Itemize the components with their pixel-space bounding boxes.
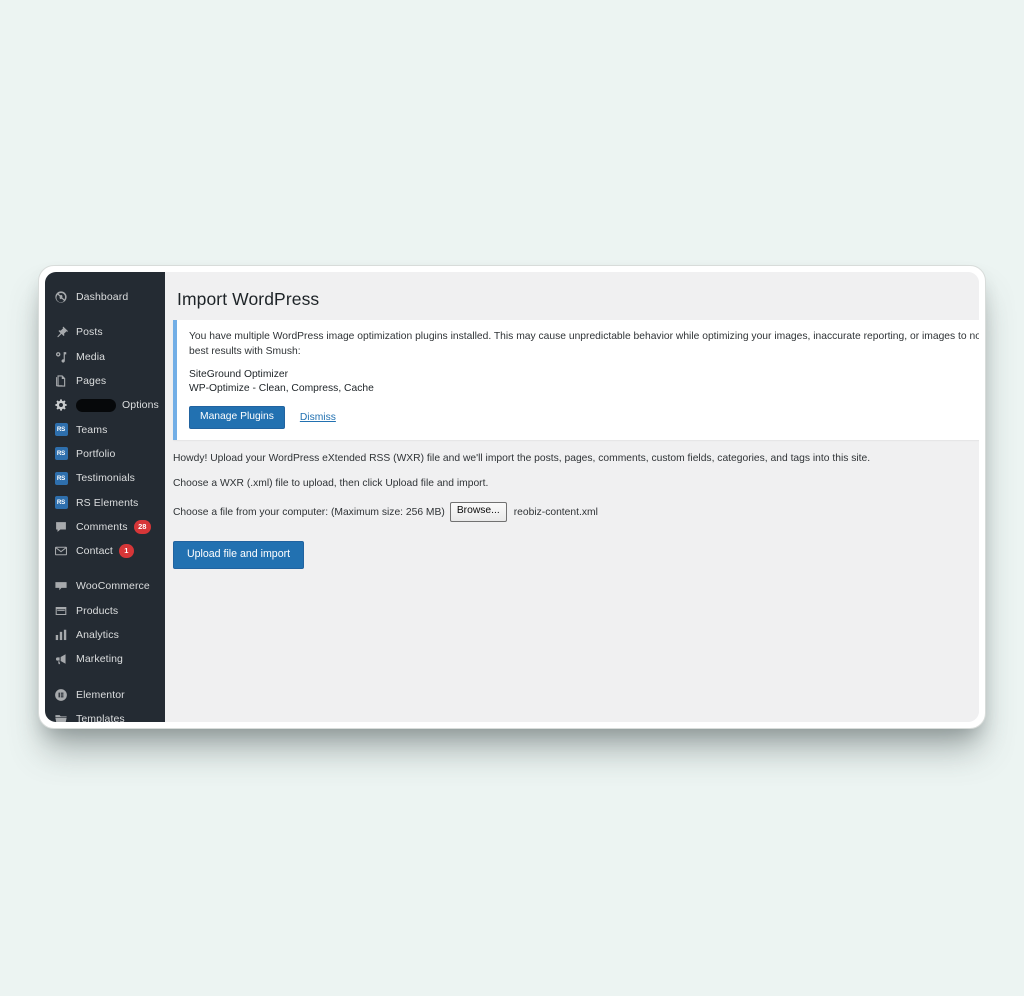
sidebar-divider	[45, 563, 165, 574]
rs-icon: RS	[53, 470, 69, 486]
window-viewport: Dashboard Posts Media Pages Options RS T…	[45, 272, 979, 722]
sidebar-divider	[45, 309, 165, 320]
sidebar-item-label: Templates	[76, 712, 125, 722]
sidebar-item-label: Products	[76, 604, 119, 617]
megaphone-icon	[53, 651, 69, 667]
analytics-icon	[53, 627, 69, 643]
admin-sidebar: Dashboard Posts Media Pages Options RS T…	[45, 272, 165, 722]
sidebar-item-label: WooCommerce	[76, 580, 150, 593]
pages-icon	[53, 373, 69, 389]
sidebar-item-marketing[interactable]: Marketing	[45, 647, 165, 671]
sidebar-item-label: Testimonials	[76, 472, 135, 485]
notice-plugin-item: SiteGround Optimizer	[189, 369, 289, 380]
sidebar-item-options[interactable]: Options	[45, 393, 165, 417]
sidebar-item-pages[interactable]: Pages	[45, 369, 165, 393]
sidebar-divider	[45, 671, 165, 682]
selected-file-name: reobiz-content.xml	[513, 506, 598, 518]
products-icon	[53, 603, 69, 619]
sidebar-item-dashboard[interactable]: Dashboard	[45, 285, 165, 309]
sidebar-item-comments[interactable]: Comments 28	[45, 515, 165, 539]
sidebar-item-elementor[interactable]: Elementor	[45, 682, 165, 706]
sidebar-item-contact[interactable]: Contact 1	[45, 539, 165, 563]
rs-badge-label: RS	[54, 423, 68, 437]
media-icon	[53, 349, 69, 365]
notice-message: You have multiple WordPress image optimi…	[189, 331, 979, 357]
sidebar-item-portfolio[interactable]: RS Portfolio	[45, 442, 165, 466]
import-instructions: Choose a WXR (.xml) file to upload, then…	[173, 478, 489, 490]
sidebar-item-label: Options	[122, 399, 159, 412]
rs-icon: RS	[53, 495, 69, 511]
sidebar-item-label: Posts	[76, 326, 103, 339]
file-upload-label: Choose a file from your computer: (Maxim…	[173, 506, 445, 518]
notice-plugin-list: SiteGround Optimizer WP-Optimize - Clean…	[189, 368, 979, 396]
dismiss-link[interactable]: Dismiss	[300, 412, 336, 423]
contact-count-badge: 1	[118, 544, 134, 559]
notice-actions: Manage Plugins Dismiss	[189, 406, 979, 430]
import-form: Howdy! Upload your WordPress eXtended RS…	[165, 440, 979, 569]
envelope-icon	[53, 543, 69, 559]
sidebar-item-label: Elementor	[76, 688, 125, 701]
folder-icon	[53, 711, 69, 722]
sidebar-item-label: Contact	[76, 545, 113, 558]
woocommerce-icon	[53, 578, 69, 594]
browser-window: Dashboard Posts Media Pages Options RS T…	[38, 265, 986, 729]
manage-plugins-button[interactable]: Manage Plugins	[189, 406, 285, 430]
comment-icon	[53, 519, 69, 535]
notice-plugin-item: WP-Optimize - Clean, Compress, Cache	[189, 383, 374, 394]
sidebar-item-label: Media	[76, 350, 106, 363]
admin-main-content: Import WordPress You have multiple WordP…	[165, 272, 979, 722]
sidebar-item-templates[interactable]: Templates	[45, 707, 165, 722]
sidebar-item-media[interactable]: Media	[45, 345, 165, 369]
upload-file-and-import-button[interactable]: Upload file and import	[173, 541, 305, 569]
rs-badge-label: RS	[54, 496, 68, 510]
pin-icon	[53, 324, 69, 340]
sidebar-item-woocommerce[interactable]: WooCommerce	[45, 574, 165, 598]
sidebar-item-label: Analytics	[76, 629, 119, 641]
rs-icon: RS	[53, 446, 69, 462]
sidebar-item-label: Marketing	[76, 653, 124, 666]
page-title: Import WordPress	[177, 289, 320, 309]
comments-count-badge: 28	[133, 519, 151, 534]
rs-badge-label: RS	[54, 447, 68, 461]
sidebar-item-label: Comments	[76, 520, 128, 533]
plugin-conflict-notice: You have multiple WordPress image optimi…	[173, 320, 979, 441]
sidebar-item-rs-elements[interactable]: RS RS Elements	[45, 490, 165, 514]
sidebar-item-label: RS Elements	[76, 496, 139, 509]
rs-badge-label: RS	[54, 471, 68, 485]
sidebar-item-label: Portfolio	[76, 447, 116, 460]
gear-icon	[53, 397, 69, 413]
sidebar-item-label: Teams	[76, 423, 108, 436]
file-upload-row: Choose a file from your computer: (Maxim…	[173, 502, 979, 523]
rs-icon: RS	[53, 422, 69, 438]
sidebar-item-label: Pages	[76, 375, 107, 388]
dashboard-icon	[53, 289, 69, 305]
sidebar-item-testimonials[interactable]: RS Testimonials	[45, 466, 165, 490]
sidebar-item-label: Dashboard	[76, 291, 129, 304]
sidebar-item-analytics[interactable]: Analytics	[45, 623, 165, 647]
elementor-icon	[53, 687, 69, 703]
howdy-text: Howdy! Upload your WordPress eXtended RS…	[173, 453, 871, 465]
redacted-label-bar	[76, 398, 116, 412]
sidebar-item-teams[interactable]: RS Teams	[45, 417, 165, 441]
sidebar-item-posts[interactable]: Posts	[45, 320, 165, 344]
sidebar-item-products[interactable]: Products	[45, 599, 165, 623]
browse-button[interactable]: Browse...	[449, 502, 507, 523]
